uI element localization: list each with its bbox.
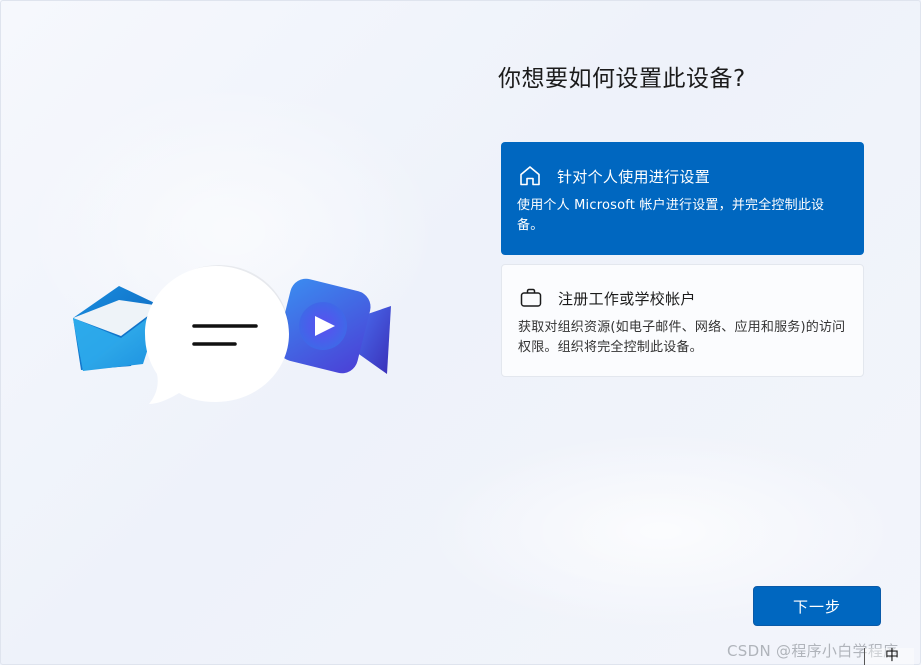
chat-bubble-icon bbox=[145, 265, 289, 404]
option-description: 获取对组织资源(如电子邮件、网络、应用和服务)的访问权限。组织将完全控制此设备。 bbox=[518, 320, 846, 355]
option-personal-use[interactable]: 针对个人使用进行设置 使用个人 Microsoft 帐户进行设置，并完全控制此设… bbox=[501, 142, 864, 255]
home-icon bbox=[517, 163, 543, 189]
setup-illustration bbox=[73, 265, 391, 404]
oobe-window: 你想要如何设置此设备? 针对个人使用进行设置 使用个人 Microsoft 帐户… bbox=[0, 0, 921, 665]
option-header: 针对个人使用进行设置 bbox=[517, 162, 848, 190]
option-title: 注册工作或学校帐户 bbox=[558, 289, 696, 308]
ime-indicator[interactable]: 中 bbox=[864, 648, 914, 665]
next-button[interactable]: 下一步 bbox=[753, 586, 881, 626]
page-title: 你想要如何设置此设备? bbox=[498, 66, 746, 92]
option-header: 注册工作或学校帐户 bbox=[518, 284, 847, 312]
briefcase-icon bbox=[518, 285, 544, 311]
option-description: 使用个人 Microsoft 帐户进行设置，并完全控制此设备。 bbox=[517, 198, 825, 233]
option-work-school[interactable]: 注册工作或学校帐户 获取对组织资源(如电子邮件、网络、应用和服务)的访问权限。组… bbox=[501, 264, 864, 377]
option-title: 针对个人使用进行设置 bbox=[557, 167, 711, 186]
video-camera-icon bbox=[277, 278, 391, 374]
